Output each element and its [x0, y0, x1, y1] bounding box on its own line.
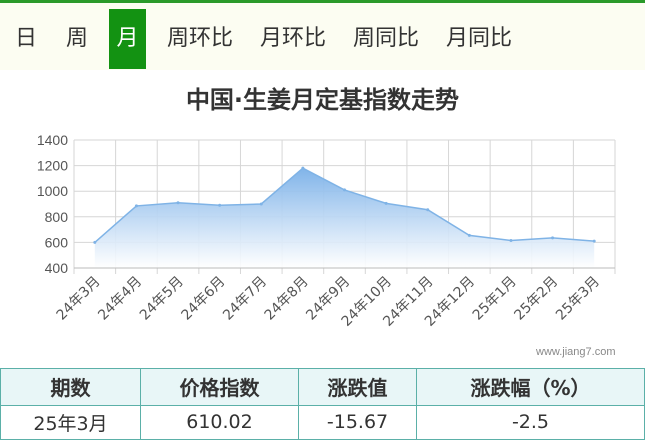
data-point[interactable]: [426, 208, 430, 212]
x-tick-label: 24年8月: [262, 274, 312, 324]
x-tick-label: 24年6月: [178, 274, 228, 324]
y-tick-label: 400: [45, 260, 69, 276]
y-tick-label: 800: [45, 209, 69, 225]
x-tick-label: 24年5月: [137, 274, 187, 324]
summary-data-row: 25年3月 610.02 -15.67 -2.5: [0, 404, 645, 440]
data-point[interactable]: [343, 188, 346, 192]
header-price-index: 价格指数: [140, 368, 299, 406]
y-tick-label: 600: [45, 234, 69, 250]
header-change-percent: 涨跌幅（%）: [416, 368, 645, 406]
summary-table: 期数 价格指数 涨跌值 涨跌幅（%） 25年3月 610.02 -15.67 -…: [0, 368, 645, 440]
data-point[interactable]: [93, 240, 97, 244]
x-tick-label: 24年7月: [220, 274, 270, 324]
data-point[interactable]: [592, 239, 596, 243]
data-point[interactable]: [259, 202, 263, 206]
x-tick-label: 24年4月: [95, 274, 145, 324]
data-point[interactable]: [301, 166, 305, 170]
header-period: 期数: [0, 368, 141, 406]
data-point[interactable]: [384, 201, 388, 205]
header-change-value: 涨跌值: [298, 368, 417, 406]
watermark-text: www.jiang7.com: [536, 346, 616, 358]
x-tick-label: 25年1月: [470, 274, 520, 324]
data-point[interactable]: [176, 201, 180, 205]
y-tick-label: 1000: [37, 183, 68, 199]
cell-period: 25年3月: [0, 404, 141, 440]
y-tick-label: 1200: [37, 158, 68, 174]
cell-change-value: -15.67: [298, 404, 417, 440]
x-tick-label: 24年3月: [54, 274, 104, 324]
cell-change-percent: -2.5: [416, 404, 645, 440]
series-area-fill: [94, 168, 595, 268]
data-point[interactable]: [467, 233, 471, 237]
x-tick-label: 25年3月: [553, 274, 603, 324]
cell-price-index: 610.02: [140, 404, 299, 440]
x-tick-label: 25年2月: [511, 274, 561, 324]
data-point[interactable]: [509, 238, 513, 242]
data-point[interactable]: [551, 236, 555, 240]
y-tick-label: 1400: [37, 132, 68, 148]
summary-header-row: 期数 价格指数 涨跌值 涨跌幅（%）: [0, 368, 645, 406]
data-point[interactable]: [218, 203, 222, 207]
data-point[interactable]: [134, 204, 138, 208]
